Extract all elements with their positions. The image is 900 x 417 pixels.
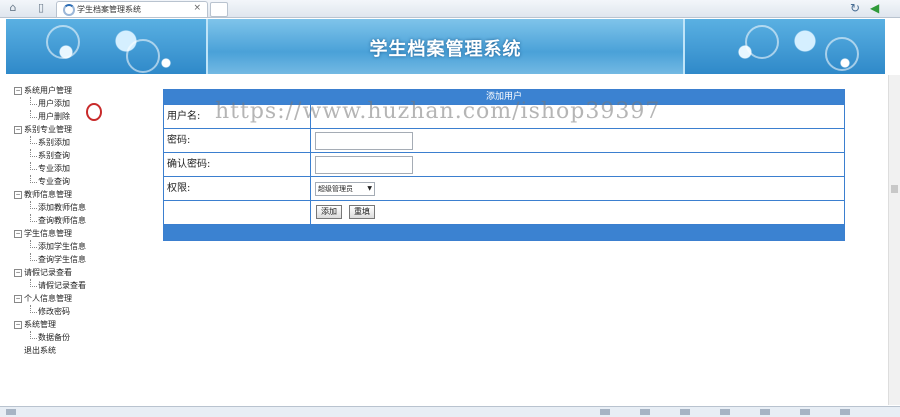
header-banner: 学生档案管理系统 (6, 19, 885, 74)
tree-item[interactable]: 数据备份 (14, 331, 154, 344)
tree-item-label[interactable]: 添加教师信息 (38, 201, 86, 214)
tree-exit[interactable]: 退出系统 (14, 344, 154, 357)
tree-group[interactable]: − 系统用户管理 (14, 84, 154, 97)
status-icon (6, 409, 16, 415)
dropdown-arrow-icon[interactable]: ▼ (367, 183, 372, 195)
tree-group[interactable]: − 系统管理 (14, 318, 154, 331)
tree-item-label[interactable]: 请假记录查看 (38, 279, 86, 292)
tree-group[interactable]: − 教师信息管理 (14, 188, 154, 201)
tree-item-label[interactable]: 添加学生信息 (38, 240, 86, 253)
collapse-icon[interactable]: − (14, 295, 22, 303)
tree-group-label[interactable]: 个人信息管理 (24, 292, 72, 305)
banner-decoration-right (683, 19, 885, 74)
document-icon[interactable]: ▯ (34, 2, 48, 14)
tree-item-label[interactable]: 修改密码 (38, 305, 70, 318)
collapse-icon[interactable]: − (14, 191, 22, 199)
role-select[interactable]: 超级管理员 ▼ (315, 182, 375, 196)
collapse-icon[interactable]: − (14, 321, 22, 329)
tree-item-label[interactable]: 系别查询 (38, 149, 70, 162)
back-icon[interactable]: ◀ (870, 1, 879, 15)
role-label: 权限: (164, 177, 311, 200)
tree-item[interactable]: 系别查询 (14, 149, 154, 162)
close-tab-icon[interactable]: × (193, 3, 201, 13)
tree-item[interactable]: 查询教师信息 (14, 214, 154, 227)
browser-tab[interactable]: 学生档案管理系统 × (56, 1, 208, 17)
browser-toolbar: ⌂ ▯ 学生档案管理系统 × ↻ ◀ (0, 0, 900, 18)
status-icon (680, 409, 690, 415)
tree-item[interactable]: 请假记录查看 (14, 279, 154, 292)
tree-item[interactable]: 用户添加 (14, 97, 154, 110)
password-label: 密码: (164, 129, 311, 152)
refresh-icon[interactable]: ↻ (850, 1, 860, 15)
tree-item[interactable]: 查询学生信息 (14, 253, 154, 266)
new-tab-button[interactable] (210, 2, 228, 17)
tree-item[interactable]: 系别添加 (14, 136, 154, 149)
status-icon (720, 409, 730, 415)
exit-label[interactable]: 退出系统 (24, 344, 56, 357)
tree-item[interactable]: 添加教师信息 (14, 201, 154, 214)
status-icon (600, 409, 610, 415)
tree-item[interactable]: 用户删除 (14, 110, 154, 123)
collapse-icon[interactable]: − (14, 230, 22, 238)
password-field[interactable] (315, 132, 413, 150)
confirm-password-row: 确认密码: (164, 152, 844, 176)
tree-group[interactable]: − 个人信息管理 (14, 292, 154, 305)
tree-group-label[interactable]: 系别专业管理 (24, 123, 72, 136)
sidebar-tree: − 系统用户管理 用户添加 用户删除 − 系别专业管理 系别添加 系别查询 专业添加… (14, 84, 154, 357)
watermark-text: https://www.huzhan.com/ishop39397 (215, 99, 661, 124)
status-icon (840, 409, 850, 415)
tree-item[interactable]: 专业查询 (14, 175, 154, 188)
tree-item-label[interactable]: 查询教师信息 (38, 214, 86, 227)
button-row: 添加 重填 (164, 200, 844, 224)
add-button[interactable]: 添加 (316, 205, 342, 219)
status-icon (760, 409, 770, 415)
form-footer-bar (164, 224, 844, 240)
confirm-password-field[interactable] (315, 156, 413, 174)
role-selected-value: 超级管理员 (318, 185, 353, 193)
tree-item[interactable]: 修改密码 (14, 305, 154, 318)
status-icon (640, 409, 650, 415)
tree-group-label[interactable]: 学生信息管理 (24, 227, 72, 240)
tree-group[interactable]: − 学生信息管理 (14, 227, 154, 240)
home-icon[interactable]: ⌂ (6, 2, 20, 14)
tree-item-label[interactable]: 数据备份 (38, 331, 70, 344)
loading-icon (63, 4, 75, 16)
role-row: 权限: 超级管理员 ▼ (164, 176, 844, 200)
tree-group[interactable]: − 系别专业管理 (14, 123, 154, 136)
tree-item-label[interactable]: 专业添加 (38, 162, 70, 175)
tree-item-label[interactable]: 专业查询 (38, 175, 70, 188)
tree-group[interactable]: − 请假记录查看 (14, 266, 154, 279)
reset-button[interactable]: 重填 (349, 205, 375, 219)
collapse-icon[interactable]: − (14, 269, 22, 277)
tree-item[interactable]: 专业添加 (14, 162, 154, 175)
password-row: 密码: (164, 128, 844, 152)
collapse-icon[interactable]: − (14, 126, 22, 134)
tree-item-label[interactable]: 查询学生信息 (38, 253, 86, 266)
tree-group-label[interactable]: 系统用户管理 (24, 84, 72, 97)
status-bar (0, 406, 900, 417)
tree-group-label[interactable]: 请假记录查看 (24, 266, 72, 279)
tree-item[interactable]: 添加学生信息 (14, 240, 154, 253)
swirl-ornament (745, 25, 779, 59)
confirm-password-label: 确认密码: (164, 153, 311, 176)
mouse-cursor-highlight (86, 103, 102, 121)
tree-item-label[interactable]: 用户添加 (38, 97, 70, 110)
status-icon (800, 409, 810, 415)
tree-group-label[interactable]: 教师信息管理 (24, 188, 72, 201)
scrollbar-thumb[interactable] (891, 185, 898, 193)
collapse-icon[interactable]: − (14, 87, 22, 95)
tree-item-label[interactable]: 系别添加 (38, 136, 70, 149)
tree-group-label[interactable]: 系统管理 (24, 318, 56, 331)
tree-item-label[interactable]: 用户删除 (38, 110, 70, 123)
swirl-ornament (825, 37, 859, 71)
tab-title: 学生档案管理系统 (77, 5, 141, 14)
vertical-scrollbar[interactable] (888, 75, 900, 405)
